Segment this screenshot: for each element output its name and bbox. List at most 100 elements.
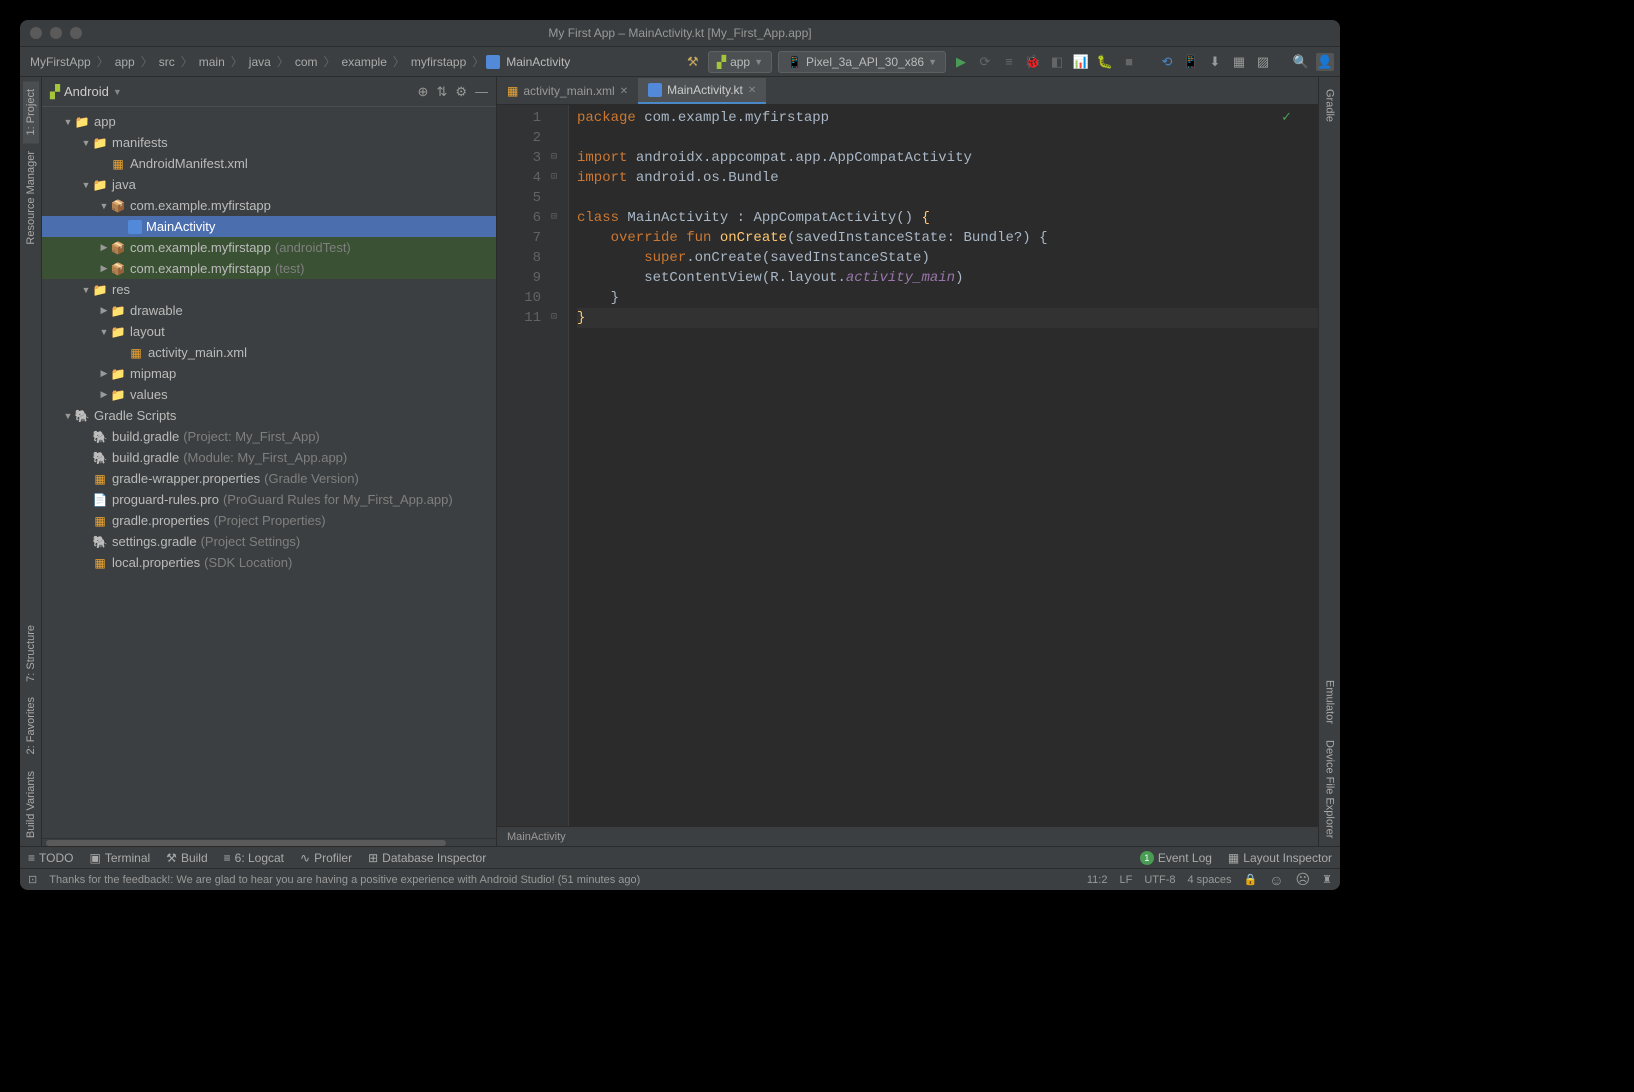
tree-manifests[interactable]: ▼📁manifests [42,132,496,153]
crumb[interactable]: app [111,53,139,71]
tree-settings-gradle[interactable]: 🐘settings.gradle(Project Settings) [42,531,496,552]
tree-main-activity[interactable]: MainActivity [42,216,496,237]
crumb[interactable]: main [195,53,229,71]
emulator-tab[interactable]: Emulator [1322,672,1338,732]
layout-inspector-button[interactable]: ▦ Layout Inspector [1228,851,1332,865]
tree-layout[interactable]: ▼📁layout [42,321,496,342]
android-icon: ▞ [50,84,60,100]
search-icon[interactable]: 🔍 [1292,53,1310,71]
window-controls[interactable] [30,27,82,39]
view-selector[interactable]: ▞ Android ▼ [50,84,122,100]
crumb-file[interactable]: MainActivity [502,53,574,71]
tree-package-test[interactable]: ▶📦com.example.myfirstapp(test) [42,258,496,279]
android-icon: ▞ [717,55,726,69]
hammer-icon[interactable]: ⚒ [684,53,702,71]
tree-proguard[interactable]: 📄proguard-rules.pro(ProGuard Rules for M… [42,489,496,510]
project-tab[interactable]: 1: Project [23,81,39,143]
terminal-button[interactable]: ▣ Terminal [89,851,150,865]
tree-package-androidtest[interactable]: ▶📦com.example.myfirstapp(androidTest) [42,237,496,258]
tree-scrollbar[interactable] [42,838,496,846]
run-config-module[interactable]: ▞ app ▼ [708,51,772,73]
feedback-ok-icon[interactable]: ☺ [1269,872,1283,888]
editor-breadcrumb[interactable]: MainActivity [497,826,1318,846]
run-config-device[interactable]: 📱 Pixel_3a_API_30_x86 ▼ [778,51,946,73]
todo-button[interactable]: ≡ TODO [28,851,73,865]
crumb[interactable]: com [291,53,322,71]
status-bar: ⊡ Thanks for the feedback!: We are glad … [20,868,1340,890]
tab-activity-main[interactable]: ▦activity_main.xml✕ [497,78,638,104]
tool-windows-icon[interactable]: ⊡ [28,873,37,886]
tree-drawable[interactable]: ▶📁drawable [42,300,496,321]
tree-build-gradle-project[interactable]: 🐘build.gradle(Project: My_First_App) [42,426,496,447]
crumb[interactable]: example [338,53,391,71]
gear-icon[interactable]: ⚙ [455,84,467,100]
gradle-tab[interactable]: Gradle [1322,81,1338,130]
kotlin-icon [486,55,500,69]
profile-icon[interactable]: 📊 [1072,53,1090,71]
user-icon[interactable]: 👤 [1316,53,1334,71]
close-icon[interactable]: ✕ [748,85,756,96]
avd-manager-icon[interactable]: 📱 [1182,53,1200,71]
fold-gutter[interactable]: ⊟⊡ ⊟ ⊡ [551,105,569,826]
crumb[interactable]: java [245,53,275,71]
collapse-icon[interactable]: ⇅ [436,84,447,100]
kotlin-icon [648,83,662,97]
structure-tab[interactable]: 7: Structure [23,617,39,690]
tree-package[interactable]: ▼📦com.example.myfirstapp [42,195,496,216]
resource-manager-tab[interactable]: Resource Manager [23,143,39,253]
tree-gradle-wrapper[interactable]: ▦gradle-wrapper.properties(Gradle Versio… [42,468,496,489]
tree-res[interactable]: ▼📁res [42,279,496,300]
event-log-button[interactable]: 1 Event Log [1140,851,1212,865]
tree-local-properties[interactable]: ▦local.properties(SDK Location) [42,552,496,573]
device-file-explorer-tab[interactable]: Device File Explorer [1322,732,1338,846]
tree-app[interactable]: ▼📁app [42,111,496,132]
code-editor[interactable]: 1234567891011 ⊟⊡ ⊟ ⊡ package com.example… [497,105,1318,826]
database-inspector-button[interactable]: ⊞ Database Inspector [368,851,486,865]
project-tree[interactable]: ▼📁app ▼📁manifests ▦AndroidManifest.xml ▼… [42,107,496,838]
select-opened-icon[interactable]: ⊕ [418,84,429,100]
indent[interactable]: 4 spaces [1187,874,1231,886]
tree-build-gradle-module[interactable]: 🐘build.gradle(Module: My_First_App.app) [42,447,496,468]
main-area: 1: Project Resource Manager 7: Structure… [20,77,1340,846]
tree-gradle-scripts[interactable]: ▼🐘Gradle Scripts [42,405,496,426]
crumb[interactable]: MyFirstApp [26,53,95,71]
sdk-manager-icon[interactable]: ⬇ [1206,53,1224,71]
crumb[interactable]: myfirstapp [407,53,470,71]
build-button[interactable]: ⚒ Build [166,851,207,865]
hide-icon[interactable]: — [475,84,488,99]
tree-gradle-properties[interactable]: ▦gradle.properties(Project Properties) [42,510,496,531]
debug-icon[interactable]: 🐞 [1024,53,1042,71]
profiler-button[interactable]: ∿ Profiler [300,851,352,865]
code-content[interactable]: package com.example.myfirstapp import an… [569,105,1318,826]
favorites-tab[interactable]: 2: Favorites [23,689,39,762]
close-icon[interactable]: ✕ [620,86,628,97]
encoding[interactable]: UTF-8 [1144,874,1175,886]
run-icon[interactable]: ▶ [952,53,970,71]
apply-changes-icon[interactable]: ⟳ [976,53,994,71]
stop-icon[interactable]: ■ [1120,53,1138,71]
attach-debugger-icon[interactable]: 🐛 [1096,53,1114,71]
lock-icon[interactable]: 🔒 [1244,873,1258,886]
right-tool-strip: Gradle Emulator Device File Explorer [1318,77,1340,846]
tree-mipmap[interactable]: ▶📁mipmap [42,363,496,384]
apply-code-icon[interactable]: ≡ [1000,53,1018,71]
editor-tabs: ▦activity_main.xml✕ MainActivity.kt✕ [497,77,1318,105]
tab-main-activity[interactable]: MainActivity.kt✕ [638,78,766,104]
build-variants-tab[interactable]: Build Variants [23,763,39,846]
tree-values[interactable]: ▶📁values [42,384,496,405]
crumb[interactable]: src [155,53,179,71]
window-title: My First App – MainActivity.kt [My_First… [548,26,811,40]
tree-java[interactable]: ▼📁java [42,174,496,195]
coverage-icon[interactable]: ◧ [1048,53,1066,71]
inspections-ok-icon[interactable]: ✓ [1281,109,1292,125]
resource-manager-icon[interactable]: ▦ [1230,53,1248,71]
memory-indicator-icon[interactable]: ♜ [1322,873,1332,886]
feedback-sad-icon[interactable]: ☹ [1296,871,1311,888]
logcat-button[interactable]: ≡ 6: Logcat [224,851,284,865]
line-separator[interactable]: LF [1119,874,1132,886]
assistant-icon[interactable]: ▨ [1254,53,1272,71]
sync-icon[interactable]: ⟲ [1158,53,1176,71]
tree-manifest-file[interactable]: ▦AndroidManifest.xml [42,153,496,174]
tree-activity-main-xml[interactable]: ▦activity_main.xml [42,342,496,363]
cursor-position[interactable]: 11:2 [1087,874,1108,886]
